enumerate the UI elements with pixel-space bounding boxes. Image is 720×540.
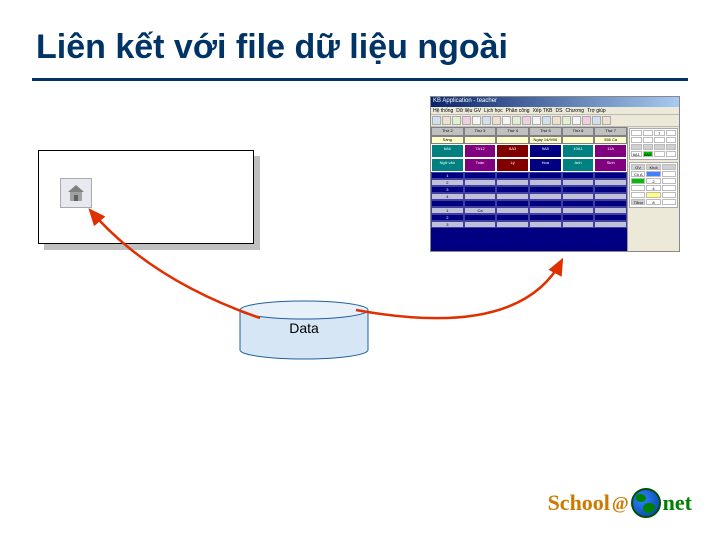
app-window-thumbnail: KB Application - teacher Hệ thốngDữ liệu… <box>430 96 680 252</box>
toolbar-button <box>562 116 571 125</box>
cylinder-label: Data <box>238 320 370 336</box>
toolbar-button <box>432 116 441 125</box>
title-underline <box>32 78 688 81</box>
logo-school: School <box>548 490 610 516</box>
menu-item: Xếp TKB <box>533 108 553 114</box>
toolbar-button <box>582 116 591 125</box>
toolbar-button <box>482 116 491 125</box>
schoolnet-logo: School @ net <box>548 488 692 518</box>
app-menubar: Hệ thốngDữ liệu GVLịch họcPhân côngXếp T… <box>431 107 679 115</box>
toolbar-button <box>532 116 541 125</box>
menu-item: Lịch học <box>484 108 503 114</box>
toolbar-button <box>502 116 511 125</box>
toolbar-button <box>452 116 461 125</box>
app-side-panel: 76A16A2GVKhốiCô A24Tổng8 <box>627 127 679 251</box>
toolbar-button <box>462 116 471 125</box>
app-titlebar: KB Application - teacher <box>431 97 679 107</box>
logo-at: @ <box>612 493 629 514</box>
toolbar-button <box>542 116 551 125</box>
app-grid: Thứ 2Thứ 3Thứ 4Thứ 5Thứ 6Thứ 7SángNgày 1… <box>431 127 627 251</box>
menu-item: Trợ giúp <box>587 108 606 114</box>
toolbar-button <box>522 116 531 125</box>
toolbar-button <box>602 116 611 125</box>
globe-icon <box>631 488 661 518</box>
menu-item: Dữ liệu GV <box>456 108 481 114</box>
toolbar-button <box>492 116 501 125</box>
toolbar-button <box>592 116 601 125</box>
toolbar-button <box>442 116 451 125</box>
slide-title: Liên kết với file dữ liệu ngoài <box>36 28 508 67</box>
logo-net: net <box>663 490 692 516</box>
house-icon <box>60 178 92 208</box>
app-toolbar <box>431 115 679 127</box>
menu-item: Chương <box>565 108 584 114</box>
menu-item: Hệ thống <box>433 108 453 114</box>
toolbar-button <box>472 116 481 125</box>
arrow-to-app <box>356 260 562 318</box>
toolbar-button <box>512 116 521 125</box>
menu-item: Phân công <box>506 108 530 114</box>
arrows-overlay <box>0 0 720 540</box>
toolbar-button <box>572 116 581 125</box>
toolbar-button <box>552 116 561 125</box>
menu-item: DS <box>556 108 563 114</box>
